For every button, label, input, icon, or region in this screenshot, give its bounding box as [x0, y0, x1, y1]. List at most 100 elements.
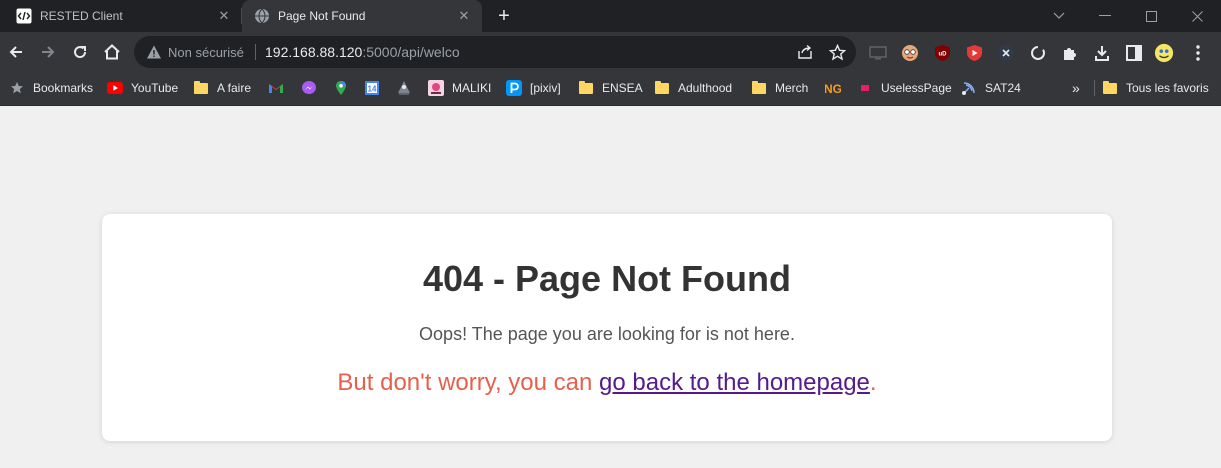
bookmark-ensea[interactable]: ENSEA [578, 78, 643, 98]
bookmark-label: Tous les favoris [1126, 81, 1209, 95]
app-icon [396, 80, 412, 96]
bookmark-maliki[interactable]: MALIKI [428, 78, 491, 98]
bookmark-calendar[interactable]: 14 [364, 78, 388, 98]
calendar-day: 14 [368, 85, 377, 94]
puzzle-extensions-icon[interactable] [1060, 43, 1080, 63]
reassurance-prefix: But don't worry, you can [337, 369, 600, 396]
useless-icon [857, 80, 873, 96]
home-icon [104, 44, 120, 60]
bookmark-app[interactable] [396, 78, 420, 98]
youtube-shield-icon[interactable] [964, 43, 984, 63]
youtube-icon [107, 80, 123, 96]
close-tab-icon[interactable]: ✕ [456, 8, 472, 24]
home-button[interactable] [98, 38, 126, 66]
bookmark-label: A faire [217, 81, 252, 95]
profile-avatar[interactable] [1154, 43, 1174, 63]
bookmark-gmail[interactable] [268, 78, 292, 98]
bookmark-label: Merch [775, 81, 809, 95]
arrow-left-icon [9, 46, 22, 58]
bookmark-tous-les-favoris[interactable]: Tous les favoris [1102, 78, 1209, 98]
minimize-icon[interactable] [1082, 0, 1128, 32]
error-card: 404 - Page Not Found Oops! The page you … [102, 214, 1112, 441]
reload-icon [74, 46, 87, 59]
messenger-icon [301, 80, 317, 96]
star-icon [9, 80, 25, 96]
security-label[interactable]: Non sécurisé [168, 45, 244, 60]
tab-page-not-found[interactable]: Page Not Found ✕ [242, 0, 482, 32]
share-icon[interactable] [796, 43, 814, 61]
bookmark-label: YouTube [131, 81, 179, 95]
bookmarks-separator [1094, 80, 1095, 96]
newgrounds-text: NG [825, 82, 841, 96]
close-window-icon[interactable] [1174, 0, 1220, 32]
gmail-icon [268, 80, 284, 96]
pixiv-icon [506, 80, 522, 96]
tab-search-icon[interactable] [1036, 0, 1082, 32]
cast-icon[interactable] [868, 43, 888, 63]
globe-icon [254, 8, 270, 24]
bookmark-merch[interactable]: Merch [751, 78, 808, 98]
side-panel-icon[interactable] [1124, 43, 1144, 63]
bookmark-messenger[interactable] [301, 78, 325, 98]
overflow-chevron-icon: » [1072, 80, 1080, 96]
bookmark-uselesspage[interactable]: UselessPage [857, 78, 952, 98]
bookmark-label: Adulthood [678, 81, 733, 95]
maps-icon [333, 80, 349, 96]
reassurance-suffix: . [869, 369, 877, 396]
reload-button[interactable] [66, 38, 94, 66]
extension-avatar-icon[interactable] [900, 43, 920, 63]
url-path: :5000/api/welco [362, 44, 460, 60]
bookmark-youtube[interactable]: YouTube [107, 78, 178, 98]
bookmarks-overflow-chevron[interactable]: » [1072, 78, 1080, 98]
bookmark-label: SAT24 [985, 81, 1021, 95]
sync-extension-icon[interactable] [1028, 43, 1048, 63]
calendar-icon: 14 [364, 80, 380, 96]
bookmark-newgrounds[interactable]: NG [825, 78, 849, 98]
maliki-icon [428, 80, 444, 96]
bookmark-adulthood[interactable]: Adulthood [654, 78, 732, 98]
newgrounds-icon: NG [825, 80, 841, 96]
download-icon[interactable] [1092, 43, 1112, 63]
error-message: Oops! The page you are looking for is no… [419, 324, 795, 344]
maximize-icon[interactable] [1128, 0, 1174, 32]
toolbar: Non sécurisé 192.168.88.120:5000/api/wel… [0, 32, 1221, 74]
tab-strip: RESTED Client ✕ Page Not Found ✕ + [0, 0, 1221, 32]
bookmark-bookmarks[interactable]: Bookmarks [9, 78, 93, 98]
bookmark-label: [pixiv] [530, 81, 561, 95]
folder-icon [654, 80, 670, 96]
bookmark-maps[interactable] [333, 78, 357, 98]
address-bar[interactable]: Non sécurisé 192.168.88.120:5000/api/wel… [134, 36, 856, 68]
arrow-right-icon [42, 46, 55, 58]
sat24-icon [961, 80, 977, 96]
forward-button[interactable] [34, 38, 62, 66]
close-tab-icon[interactable]: ✕ [216, 8, 232, 24]
bookmark-label: MALIKI [452, 81, 492, 95]
bookmark-label: UselessPage [881, 81, 952, 95]
bookmark-a-faire[interactable]: A faire [193, 78, 251, 98]
bookmark-pixiv[interactable]: [pixiv] [506, 78, 561, 98]
url-text[interactable]: 192.168.88.120:5000/api/welco [265, 44, 460, 60]
reassurance-text: But don't worry, you can go back to the … [102, 369, 1112, 397]
bookmark-sat24[interactable]: SAT24 [961, 78, 1021, 98]
homepage-link[interactable]: go back to the homepage [599, 369, 870, 396]
page-content: 404 - Page Not Found Oops! The page you … [0, 106, 1221, 468]
ublock-icon[interactable]: uD [932, 43, 952, 63]
page-title: 404 - Page Not Found [422, 258, 792, 299]
folder-icon [193, 80, 209, 96]
menu-kebab-icon[interactable] [1188, 43, 1208, 63]
folder-icon [1102, 80, 1118, 96]
omnibox-separator [255, 44, 256, 60]
back-button[interactable] [2, 38, 30, 66]
folder-icon [751, 80, 767, 96]
bookmark-label: Bookmarks [33, 81, 94, 95]
tab-rested-client[interactable]: RESTED Client ✕ [4, 0, 242, 32]
svg-text:uD: uD [938, 52, 947, 58]
bookmarks-bar: Bookmarks YouTube A faire 14 MALIKI [pix… [0, 74, 1221, 102]
close-x-extension-icon[interactable] [996, 43, 1016, 63]
warning-icon[interactable] [146, 44, 162, 65]
star-bookmark-icon[interactable] [828, 43, 846, 61]
url-host: 192.168.88.120 [265, 44, 363, 60]
new-tab-button[interactable]: + [492, 4, 516, 28]
folder-icon [578, 80, 594, 96]
tab-title: RESTED Client [40, 9, 123, 23]
